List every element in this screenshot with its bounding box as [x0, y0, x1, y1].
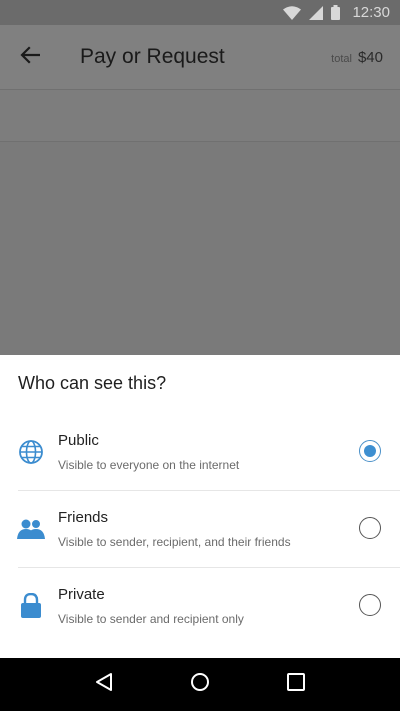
option-friends[interactable]: Friends Visible to sender, recipient, an… — [0, 491, 400, 567]
friends-icon — [17, 515, 45, 543]
square-recents-icon — [287, 673, 305, 696]
total-label: total — [331, 52, 352, 65]
option-description: Visible to everyone on the internet — [58, 458, 240, 472]
radio-public[interactable] — [359, 440, 381, 462]
nav-back-button[interactable] — [84, 665, 124, 705]
radio-friends[interactable] — [359, 517, 381, 539]
arrow-back-icon — [20, 45, 41, 69]
globe-icon — [17, 438, 45, 466]
triangle-back-icon — [95, 672, 113, 697]
dimmed-field — [0, 90, 400, 142]
total-amount: $40 — [357, 48, 383, 66]
option-label: Friends — [58, 509, 109, 526]
nav-recents-button[interactable] — [276, 665, 316, 705]
battery-icon — [331, 5, 341, 20]
page-title: Pay or Request — [80, 45, 225, 68]
option-description: Visible to sender and recipient only — [58, 612, 244, 626]
back-button[interactable] — [0, 25, 60, 90]
option-public[interactable]: Public Visible to everyone on the intern… — [0, 414, 400, 490]
system-nav-bar — [0, 658, 400, 711]
status-bar: 12:30 — [0, 0, 400, 25]
lock-icon — [17, 592, 45, 620]
status-time: 12:30 — [352, 4, 390, 21]
circle-home-icon — [190, 672, 210, 697]
radio-private[interactable] — [359, 594, 381, 616]
option-label: Public — [58, 432, 99, 449]
option-label: Private — [58, 586, 105, 603]
nav-home-button[interactable] — [180, 665, 220, 705]
dimmed-overlay[interactable] — [0, 90, 400, 355]
wifi-icon — [283, 5, 302, 20]
total-display: total $40 — [331, 49, 383, 66]
option-private[interactable]: Private Visible to sender and recipient … — [0, 568, 400, 644]
app-bar: Pay or Request total $40 — [0, 25, 400, 90]
visibility-sheet: Who can see this? Public Visible to ever… — [0, 355, 400, 658]
signal-icon — [309, 5, 324, 20]
sheet-title: Who can see this? — [18, 373, 167, 393]
option-description: Visible to sender, recipient, and their … — [58, 535, 291, 549]
